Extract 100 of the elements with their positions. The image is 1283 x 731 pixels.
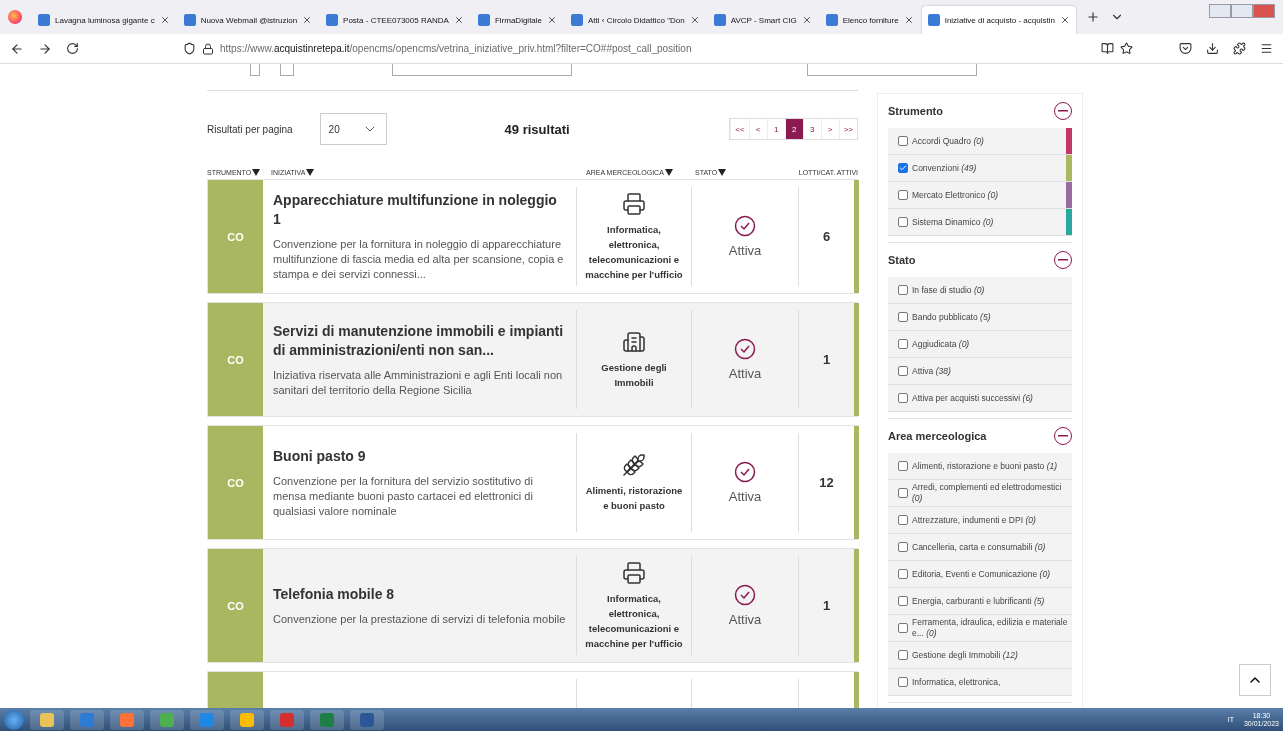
close-icon[interactable] xyxy=(453,15,464,25)
maximize-button[interactable] xyxy=(1231,4,1253,18)
building-icon xyxy=(622,329,646,354)
close-icon[interactable] xyxy=(547,15,558,25)
initiative-title[interactable]: Buoni pasto 9 xyxy=(273,446,566,466)
favicon-icon xyxy=(927,14,940,26)
filter-checkbox[interactable] xyxy=(898,650,908,660)
results-count: 49 risultati xyxy=(504,121,570,137)
filter-checkbox[interactable] xyxy=(898,190,908,200)
printer-icon xyxy=(622,191,646,216)
filter-checkbox[interactable] xyxy=(898,339,908,349)
shield-icon[interactable] xyxy=(183,42,196,55)
back-icon[interactable] xyxy=(10,41,24,56)
initiative-description: Iniziativa riservata alle Amministrazioni e agli Enti locali non sanitari del territorio della Regione Sicilia xyxy=(273,367,564,398)
start-button[interactable] xyxy=(4,709,24,730)
filter-checkbox[interactable] xyxy=(898,217,908,227)
favicon-icon xyxy=(183,14,196,26)
tool-badge: CO xyxy=(208,303,263,416)
lock-icon[interactable] xyxy=(202,42,214,55)
filter-section-title: Area merceologica xyxy=(888,430,987,442)
close-icon[interactable] xyxy=(903,15,914,25)
forward-icon[interactable] xyxy=(38,41,52,56)
check-circle-icon xyxy=(734,215,756,237)
filter-option-label[interactable]: In fase di studio (0) xyxy=(912,284,985,296)
browser-tab[interactable]: Iniziative di acquisto - acquistin xyxy=(921,6,1076,34)
download-icon[interactable] xyxy=(1206,42,1219,55)
check-circle-icon xyxy=(734,584,756,606)
initiative-row[interactable]: CO Buoni pasto 9 Convenzione per la fornitura del servizio sostitutivo di mensa mediante buoni pasto cartacei ed elettronici di qualsiasi valore nominale Alimenti, ristorazione e buoni pasto Attiva 12 xyxy=(207,425,858,540)
initiative-row[interactable]: CO Telefonia mobile 8 Convenzione per la prestazione di servizi di telefonia mobile Informatica, elettronica, telecomunicazioni e macchine per l'ufficio Attiva 1 xyxy=(207,548,858,663)
filter-checkbox[interactable] xyxy=(898,461,908,471)
reader-view-icon[interactable] xyxy=(1101,42,1114,55)
favicon-icon xyxy=(38,14,50,26)
status-label: Attiva xyxy=(728,243,762,258)
filter-checkbox[interactable] xyxy=(898,393,908,403)
sort-caret-icon xyxy=(252,168,261,176)
filter-checkbox[interactable] xyxy=(898,366,908,376)
check-circle-icon xyxy=(734,338,756,360)
reload-icon[interactable] xyxy=(66,42,79,55)
sort-caret-icon xyxy=(718,168,727,176)
filter-option-label[interactable]: Attiva (38) xyxy=(912,365,951,377)
initiative-title[interactable]: Telefonia mobile 8 xyxy=(273,584,566,604)
browser-tab[interactable]: Lavagna luminosa gigante c xyxy=(32,6,176,34)
input-field[interactable] xyxy=(807,64,977,76)
close-icon[interactable] xyxy=(801,15,812,25)
address-bar[interactable]: https://www.acquistinretepa.it/opencms/opencms/vetrina_iniziative_priv.html?filter=CO##post_call_position xyxy=(220,43,692,54)
active-lots-count: 6 xyxy=(822,229,831,244)
filter-section-title: Strumento xyxy=(888,105,943,117)
area-label: Informatica, elettronica, telecomunicazioni e macchine per l'ufficio xyxy=(584,222,684,282)
pocket-icon[interactable] xyxy=(1179,42,1192,55)
close-icon[interactable] xyxy=(689,15,700,25)
filter-checkbox[interactable] xyxy=(898,569,908,579)
filter-checkbox[interactable] xyxy=(898,515,908,525)
filter-checkbox[interactable] xyxy=(898,312,908,322)
menu-icon[interactable] xyxy=(1260,42,1273,55)
status-label: Attiva xyxy=(728,489,762,504)
status-label: Attiva xyxy=(728,366,762,381)
scroll-top-button[interactable] xyxy=(1239,664,1271,696)
browser-tab[interactable]: Atti ‹ Circolo Didattico "Don xyxy=(565,6,706,34)
browser-logo-icon[interactable] xyxy=(8,10,22,24)
browser-tab[interactable]: Posta - CTEE073005 RANDA xyxy=(320,6,470,34)
area-label: Informatica, elettronica, telecomunicazioni e macchine per l'ufficio xyxy=(584,591,684,651)
area-label: Alimenti, ristorazione e buoni pasto xyxy=(584,483,684,513)
close-icon[interactable] xyxy=(1059,15,1070,25)
filter-checkbox[interactable] xyxy=(898,623,908,633)
active-lots-count: 1 xyxy=(822,598,831,613)
initiative-row[interactable] xyxy=(207,302,858,417)
input-field[interactable] xyxy=(392,64,572,76)
initiative-row[interactable] xyxy=(207,179,858,294)
extensions-icon[interactable] xyxy=(1233,42,1246,55)
filter-checkbox[interactable] xyxy=(898,136,908,146)
new-tab-icon[interactable] xyxy=(1085,10,1100,24)
initiative-title[interactable]: Apparecchiature multifunzione in noleggio 1 xyxy=(273,191,566,229)
checkbox-edge[interactable] xyxy=(280,64,294,76)
browser-tab[interactable]: AVCP - Smart CIG xyxy=(707,6,818,34)
close-icon[interactable] xyxy=(159,15,170,25)
favicon-icon xyxy=(571,14,584,26)
filter-checkbox[interactable] xyxy=(898,163,908,173)
checkbox-edge[interactable] xyxy=(250,64,260,76)
filter-checkbox[interactable] xyxy=(898,596,908,606)
printer-icon xyxy=(622,560,646,585)
taskbar-app-button[interactable] xyxy=(230,709,264,730)
filter-option-label[interactable]: Sistema Dinamico (0) xyxy=(912,216,994,228)
filter-option-label[interactable]: Bando pubblicato (5) xyxy=(912,311,991,323)
filter-checkbox[interactable] xyxy=(898,677,908,687)
taskbar-app-button[interactable] xyxy=(30,709,64,730)
filter-option-label[interactable]: Accordi Quadro (0) xyxy=(912,135,984,147)
filter-checkbox[interactable] xyxy=(898,542,908,552)
initiative-title[interactable]: Servizi di manutenzione immobili e impianti di amministrazioni/enti non san... xyxy=(273,321,566,360)
browser-tab[interactable]: FirmaDigitale xyxy=(471,6,564,34)
favicon-icon xyxy=(477,14,490,26)
filter-option-label[interactable]: Aggiudicata (0) xyxy=(912,338,970,350)
close-icon[interactable] xyxy=(302,15,313,25)
filter-option-label[interactable]: Convenzioni (49) xyxy=(912,162,977,174)
filter-checkbox[interactable] xyxy=(898,285,908,295)
browser-tab[interactable]: Nuova Webmail @istruzion xyxy=(177,6,319,34)
filter-checkbox[interactable] xyxy=(898,488,908,498)
minimize-button[interactable] xyxy=(1209,4,1231,18)
bookmark-star-icon[interactable] xyxy=(1120,42,1133,55)
browser-tab[interactable]: Elenco forniture xyxy=(819,6,920,34)
results-per-page-select[interactable]: 20 xyxy=(319,113,387,145)
